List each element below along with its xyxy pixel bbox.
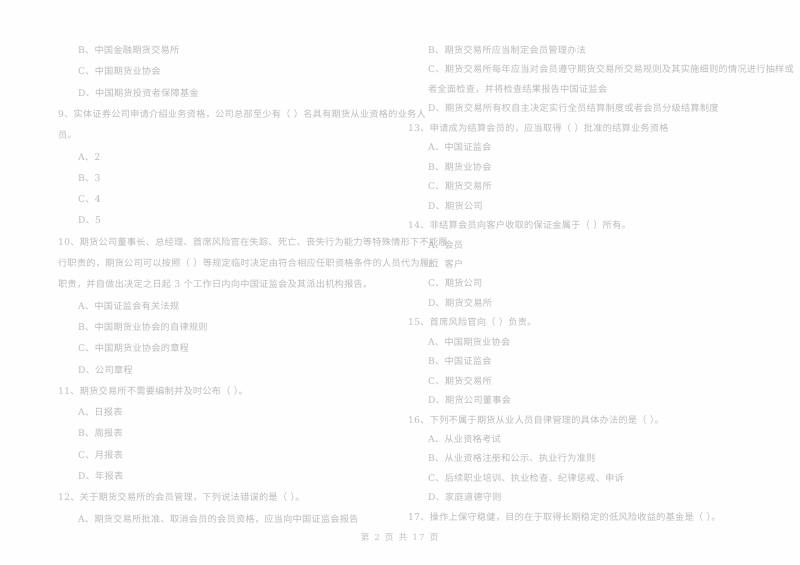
right-column: B、期货交易所应当制定会员管理办法 C、期货交易所每年应当对会员遵守期货交易所交易…	[408, 0, 794, 565]
answer-option: C、4	[78, 194, 101, 206]
answer-option: B、中国金融期货交易所	[78, 45, 180, 56]
question-text: 职责，并自做出决定之日起 3 个工作日内向中国证监会及其派出机构报告。	[58, 279, 373, 291]
page-footer: 第 2 页 共 17 页	[360, 533, 440, 543]
answer-option: B、从业资格注册和公示、执业行为准则	[428, 453, 596, 465]
answer-option: C、期货交易所每年应当对会员遵守期货交易所交易规则及其实施细则的情况进行抽样或	[428, 64, 794, 76]
answer-option: 者全面检查，并将检查结果报告中国证监会	[428, 83, 608, 95]
exam-page: B、中国金融期货交易所 C、中国期货业协会 D、中国期货投资者保障基金 9、实体证券公…	[0, 0, 800, 565]
answer-option: D、期货交易所有权自主决定实行全员结算制度或者会员分级结算制度	[428, 103, 719, 115]
answer-option: C、月报表	[78, 449, 124, 461]
question-text: 9、实体证券公司申请介绍业务资格，公司总部至少有（ ）名具有期货从业资格的业务人	[58, 108, 426, 120]
answer-option: B、期货交易所应当制定会员管理办法	[428, 45, 587, 56]
answer-option: D、公司章程	[78, 364, 133, 376]
answer-option: A、中国期货业协会	[428, 336, 511, 348]
answer-option: C、中国期货业协会	[78, 66, 161, 78]
answer-option: A、2	[78, 151, 101, 163]
answer-option: A、中国证监会	[428, 142, 492, 154]
answer-option: D、家庭道德守则	[428, 492, 502, 504]
question-text: 14、非结算会员向客户收取的保证金属于（ ）所有。	[408, 220, 631, 232]
question-text: 13、申请成为结算会员的，应当取得（ ）批准的结算业务资格	[408, 122, 669, 134]
answer-option: B、中国期货业协会的自律规则	[78, 321, 208, 333]
answer-option: C、期货交易所	[428, 375, 492, 387]
answer-option: B、周报表	[78, 428, 123, 440]
answer-option: D、期货公司	[428, 200, 483, 212]
answer-option: D、5	[78, 215, 102, 227]
answer-option: A、中国证监会有关法规	[78, 300, 180, 312]
answer-option: B、客户	[428, 258, 464, 270]
question-text: 行职责的，期货公司可以按照（ ）等规定临时决定由符合相应任职资格条件的人员代为履…	[58, 258, 439, 269]
answer-option: C、期货交易所	[428, 181, 492, 193]
question-text: 员。	[58, 130, 77, 142]
answer-option: D、期货公司董事会	[428, 395, 512, 407]
question-text: 17、操作上保守稳健，目的在于取得长期稳定的低风险收益的基金是（ ）。	[408, 511, 721, 523]
answer-option: B、中国证监会	[428, 356, 492, 368]
answer-option: C、后续职业培训、执业检查、纪律惩戒、申诉	[428, 472, 625, 484]
answer-option: A、从业资格考试	[428, 434, 501, 445]
question-text: 16、下列不属于期货从业人员自律管理的具体办法的是（ ）。	[408, 414, 665, 426]
question-text: 15、首席风险官向（ ）负责。	[408, 317, 537, 329]
answer-option: A、会员	[428, 239, 464, 251]
answer-option: C、中国期货业协会的章程	[78, 343, 190, 355]
answer-option: D、年报表	[78, 471, 124, 482]
answer-option: B、3	[78, 172, 101, 184]
answer-option: D、期货交易所	[428, 297, 493, 309]
answer-option: D、中国期货投资者保障基金	[78, 87, 199, 99]
answer-option: B、期货业协会	[428, 161, 492, 173]
question-text: 12、关于期货交易所的会员管理，下列说法错误的是（ ）。	[58, 492, 305, 504]
answer-option: A、日报表	[78, 407, 123, 419]
answer-option: C、期货公司	[428, 278, 483, 290]
answer-option: A、期货交易所批准、取消会员的会员资格，应当向中国证监会报告	[78, 513, 359, 525]
left-column: B、中国金融期货交易所 C、中国期货业协会 D、中国期货投资者保障基金 9、实体证券公…	[58, 0, 447, 565]
question-text: 10、期货公司董事长、总经理、首席风险官在失踪、死亡、丧失行为能力等特殊情形下不…	[58, 236, 448, 248]
question-text: 11、期货交易所不需要编制并及时公布（ ）。	[58, 385, 249, 397]
